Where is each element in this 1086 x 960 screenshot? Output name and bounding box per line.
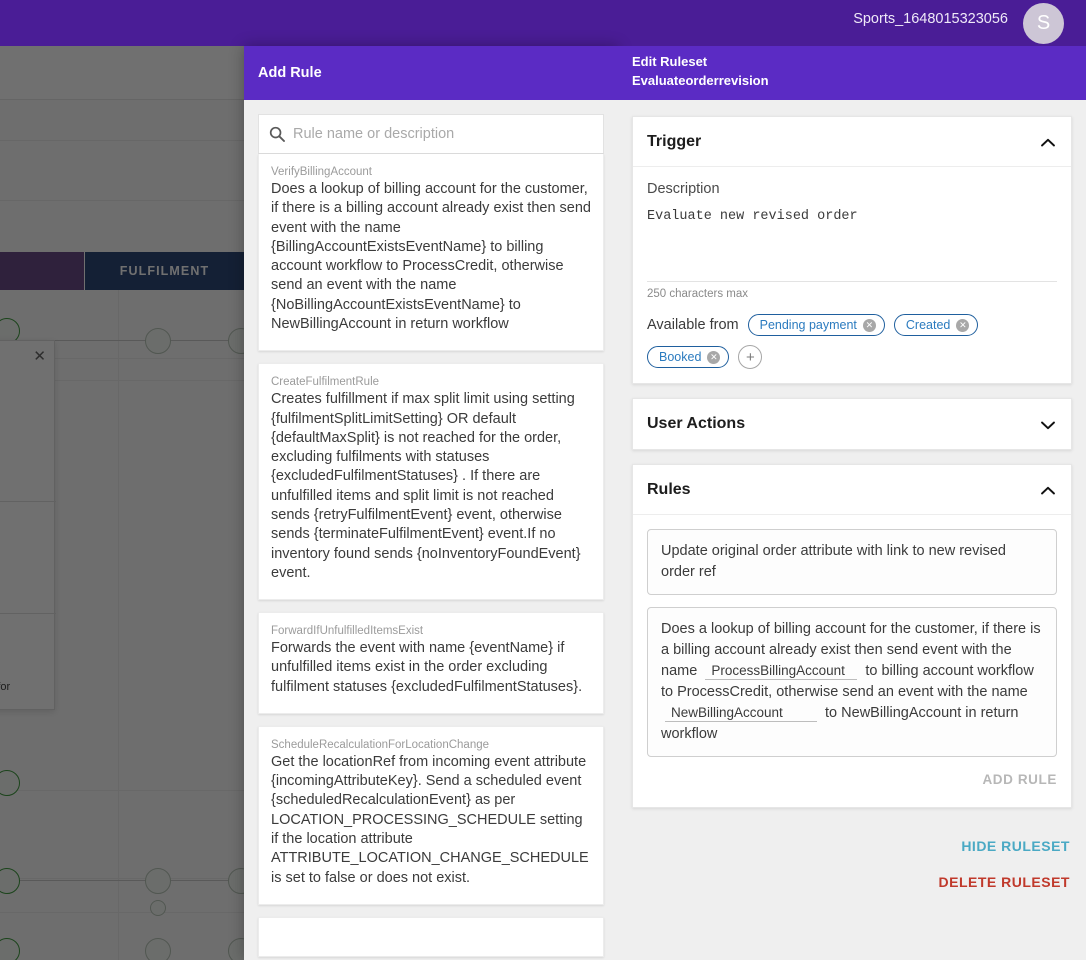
status-chip-booked[interactable]: Booked ✕	[647, 346, 730, 368]
search-icon	[269, 126, 285, 142]
rule-search-box[interactable]	[258, 114, 604, 154]
close-circle-icon[interactable]: ✕	[862, 318, 876, 332]
rule-name: VerifyBillingAccount	[271, 166, 372, 178]
app-name-label: Sports_1648015323056	[853, 11, 1008, 27]
app-root: Sports_1648015323056 S FULFILMENT	[0, 0, 1086, 960]
chip-label: Created	[905, 318, 951, 332]
rule-name: ForwardIfUnfulfilledItemsExist	[271, 625, 424, 638]
chip-label: Pending payment	[759, 318, 857, 332]
description-label: Description	[647, 181, 720, 197]
delete-ruleset-button[interactable]: DELETE RULESET	[632, 864, 1070, 900]
close-circle-icon[interactable]: ✕	[956, 318, 970, 332]
user-actions-title: User Actions	[647, 415, 746, 432]
ruleset-rule-text: Update original order attribute with lin…	[661, 543, 1006, 581]
user-actions-panel: User Actions	[632, 398, 1072, 450]
hide-ruleset-button[interactable]: HIDE RULESET	[632, 828, 1070, 864]
rules-panel-content: Update original order attribute with lin…	[633, 515, 1071, 807]
rules-title: Rules	[647, 480, 691, 498]
trigger-title: Trigger	[647, 132, 702, 150]
trigger-panel-content: Description Evaluate new revised order 2…	[633, 167, 1071, 383]
list-item[interactable]: VerifyBillingAccount Does a lookup of bi…	[258, 154, 604, 352]
edit-ruleset-header: Edit Ruleset Evaluateorderrevision	[618, 46, 1086, 100]
available-rules-list: VerifyBillingAccount Does a lookup of bi…	[258, 154, 604, 957]
search-input[interactable]	[293, 126, 593, 142]
close-circle-icon[interactable]: ✕	[707, 350, 721, 364]
status-chip-created[interactable]: Created ✕	[893, 314, 979, 336]
trigger-panel-header[interactable]: Trigger	[633, 117, 1071, 167]
chevron-up-icon[interactable]	[1039, 136, 1057, 148]
rule-description: Creates fulfillment if max split limit u…	[271, 391, 581, 581]
list-item[interactable]: CreateFulfilmentRule Creates fulfillment…	[258, 363, 604, 601]
edit-ruleset-body: Trigger Description Evaluate new revised…	[618, 100, 1086, 900]
rule-description: Get the locationRef from incoming event …	[271, 753, 589, 886]
edit-ruleset-title: Edit Ruleset	[632, 54, 708, 69]
description-value[interactable]: Evaluate new revised order	[647, 209, 1057, 281]
trigger-panel: Trigger Description Evaluate new revised…	[632, 116, 1072, 384]
rules-panel-header[interactable]: Rules	[633, 465, 1071, 515]
chip-label: Booked	[659, 350, 702, 364]
rule-name: ScheduleRecalculationForLocationChange	[271, 738, 490, 751]
status-chip-pending-payment[interactable]: Pending payment ✕	[747, 314, 885, 336]
rule-description: Does a lookup of billing account for the…	[271, 181, 591, 332]
rule-name: CreateFulfilmentRule	[271, 376, 380, 389]
list-item[interactable]: ForwardIfUnfulfilledItemsExist Forwards …	[258, 612, 604, 714]
divider	[647, 281, 1057, 282]
chevron-up-icon[interactable]	[1039, 484, 1057, 496]
add-rule-body: VerifyBillingAccount Does a lookup of bi…	[244, 100, 618, 960]
edit-ruleset-panel: Edit Ruleset Evaluateorderrevision Trigg…	[618, 46, 1086, 960]
add-rule-row: ADD RULE	[647, 769, 1057, 793]
add-rule-header: Add Rule	[244, 46, 618, 100]
rules-panel: Rules Update original order attribute wi…	[632, 464, 1072, 809]
event-name-input-1[interactable]	[705, 663, 858, 681]
ruleset-footer-actions: HIDE RULESET DELETE RULESET	[632, 822, 1072, 900]
plus-icon[interactable]: +	[738, 345, 763, 369]
character-limit-note: 250 characters max	[647, 288, 748, 300]
available-from-row: Available from Pending payment ✕ Created…	[647, 314, 1057, 369]
edit-ruleset-subtitle: Evaluateorderrevision	[632, 73, 769, 88]
rule-description: Forwards the event with name {eventName}…	[271, 640, 583, 695]
available-from-label: Available from	[647, 317, 739, 333]
add-rule-title: Add Rule	[258, 65, 322, 81]
ruleset-rule-item[interactable]: Does a lookup of billing account for the…	[647, 607, 1057, 758]
list-item[interactable]: ScheduleRecalculationForLocationChange G…	[258, 725, 604, 905]
add-rule-button[interactable]: ADD RULE	[982, 772, 1057, 787]
user-actions-panel-header[interactable]: User Actions	[633, 399, 1071, 449]
ruleset-rule-item[interactable]: Update original order attribute with lin…	[647, 529, 1057, 596]
chevron-down-icon[interactable]	[1039, 418, 1057, 430]
list-item[interactable]	[258, 916, 604, 957]
avatar[interactable]: S	[1023, 3, 1064, 44]
app-topbar: Sports_1648015323056 S	[0, 0, 1086, 46]
add-rule-panel: Add Rule VerifyBillingAccount Does a loo…	[244, 46, 618, 960]
event-name-input-2[interactable]	[665, 705, 817, 723]
